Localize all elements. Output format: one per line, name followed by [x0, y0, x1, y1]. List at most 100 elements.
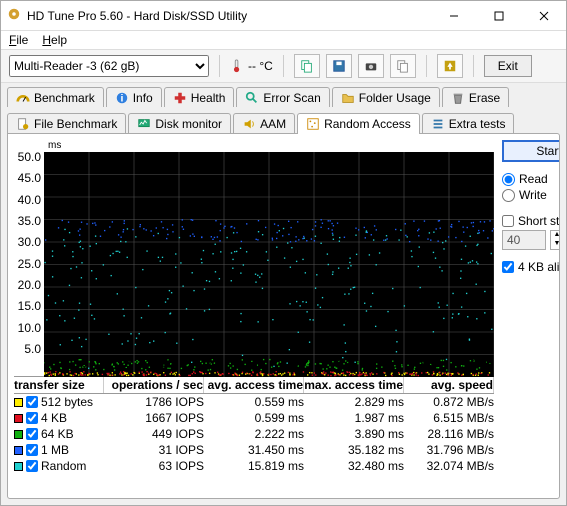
mode-radiogroup: Read Write — [502, 170, 560, 204]
gauge-icon — [16, 91, 30, 105]
close-button[interactable] — [521, 1, 566, 31]
tab-health[interactable]: Health — [164, 87, 235, 108]
transfer-size: 512 bytes — [41, 395, 93, 409]
short-stroke-spinner: ▲▼ gB — [502, 230, 560, 250]
tab-errorscan[interactable]: Error Scan — [236, 87, 329, 108]
temp-value: -- °C — [248, 59, 273, 73]
menu-file[interactable]: File — [9, 33, 28, 47]
tab-folderusage[interactable]: Folder Usage — [332, 87, 440, 108]
table-row: 64 KB 449 IOPS2.222 ms3.890 ms28.116 MB/s — [14, 426, 494, 442]
col-avg-access: avg. access time — [204, 377, 304, 393]
spinner-buttons[interactable]: ▲▼ — [550, 230, 560, 250]
exit-button[interactable]: Exit — [484, 55, 532, 77]
max-access-value: 1.987 ms — [304, 410, 404, 426]
start-button[interactable]: Start — [502, 140, 560, 162]
tab-row-1: Benchmark iInfo Health Error Scan Folder… — [1, 83, 566, 107]
avg-speed-value: 28.116 MB/s — [404, 426, 494, 442]
series-checkbox[interactable] — [26, 444, 38, 456]
avg-access-value: 2.222 ms — [204, 426, 304, 442]
thermometer-icon — [230, 59, 244, 73]
search-icon — [245, 91, 259, 105]
speaker-icon — [242, 117, 256, 131]
stroke-value-input — [502, 230, 546, 250]
ops-value: 449 IOPS — [104, 426, 204, 442]
col-max-access: max. access time — [304, 377, 404, 393]
tab-info[interactable]: iInfo — [106, 87, 162, 108]
max-access-value: 2.829 ms — [304, 394, 404, 410]
avg-speed-value: 6.515 MB/s — [404, 410, 494, 426]
chart-wrap: ms 06121824313743495562gB — [44, 140, 494, 370]
svg-text:i: i — [120, 93, 123, 105]
tab-extratests[interactable]: Extra tests — [422, 113, 515, 134]
titlebar: HD Tune Pro 5.60 - Hard Disk/SSD Utility — [1, 1, 566, 31]
tab-randomaccess[interactable]: Random Access — [297, 113, 420, 134]
radio-write[interactable]: Write — [502, 188, 560, 202]
options-button[interactable] — [437, 54, 463, 78]
results-table: transfer size operations / sec avg. acce… — [14, 376, 494, 474]
table-row: 512 bytes1786 IOPS0.559 ms2.829 ms0.872 … — [14, 394, 494, 410]
table-row: Random63 IOPS15.819 ms32.480 ms32.074 MB… — [14, 458, 494, 474]
tab-benchmark[interactable]: Benchmark — [7, 87, 104, 108]
health-icon — [173, 91, 187, 105]
window-title: HD Tune Pro 5.60 - Hard Disk/SSD Utility — [27, 9, 431, 23]
temperature: -- °C — [230, 59, 273, 73]
table-row: 1 MB31 IOPS31.450 ms35.182 ms31.796 MB/s — [14, 442, 494, 458]
file-icon — [16, 117, 30, 131]
minimize-button[interactable] — [431, 1, 476, 31]
shortstroke-group: Short stroke ▲▼ gB — [502, 212, 560, 250]
series-checkbox[interactable] — [26, 460, 38, 472]
menu-help[interactable]: Help — [42, 33, 67, 47]
random-icon — [306, 117, 320, 131]
avg-speed-value: 31.796 MB/s — [404, 442, 494, 458]
folder-icon — [341, 91, 355, 105]
screenshot-button[interactable] — [358, 54, 384, 78]
tab-filebenchmark[interactable]: File Benchmark — [7, 113, 126, 134]
copy-screenshot-button[interactable] — [390, 54, 416, 78]
avg-access-value: 0.559 ms — [204, 394, 304, 410]
short-stroke-checkbox[interactable]: Short stroke — [502, 214, 560, 228]
color-swatch — [14, 414, 23, 423]
separator — [283, 55, 284, 77]
tab-diskmonitor[interactable]: Disk monitor — [128, 113, 231, 134]
list-icon — [431, 117, 445, 131]
chart-area: 50.045.040.035.030.025.020.015.010.05.0 … — [14, 140, 494, 370]
transfer-size: 1 MB — [41, 443, 69, 457]
col-ops: operations / sec — [104, 377, 204, 393]
save-button[interactable] — [326, 54, 352, 78]
app-window: HD Tune Pro 5.60 - Hard Disk/SSD Utility… — [0, 0, 567, 506]
drive-select[interactable]: Multi-Reader -3 (62 gB) — [9, 55, 209, 77]
max-access-value: 3.890 ms — [304, 426, 404, 442]
tab-erase[interactable]: Erase — [442, 87, 509, 108]
avg-access-value: 0.599 ms — [204, 410, 304, 426]
tab-row-2: File Benchmark Disk monitor AAM Random A… — [1, 107, 566, 133]
tab-aam[interactable]: AAM — [233, 113, 295, 134]
ops-value: 63 IOPS — [104, 458, 204, 474]
avg-speed-value: 32.074 MB/s — [404, 458, 494, 474]
app-icon — [7, 7, 21, 24]
ops-value: 1667 IOPS — [104, 410, 204, 426]
trash-icon — [451, 91, 465, 105]
series-checkbox[interactable] — [26, 412, 38, 424]
transfer-size: Random — [41, 459, 86, 473]
right-panel: Start Read Write Short stroke ▲▼ gB 4 KB… — [494, 140, 560, 492]
align-group: 4 KB align — [502, 258, 560, 276]
y-axis-labels: 50.045.040.035.030.025.020.015.010.05.0 — [14, 140, 44, 370]
copy-info-button[interactable] — [294, 54, 320, 78]
transfer-size: 64 KB — [41, 427, 74, 441]
series-checkbox[interactable] — [26, 428, 38, 440]
max-access-value: 32.480 ms — [304, 458, 404, 474]
scatter-chart — [44, 152, 494, 377]
col-avg-speed: avg. speed — [404, 377, 494, 393]
avg-access-value: 31.450 ms — [204, 442, 304, 458]
table-header: transfer size operations / sec avg. acce… — [14, 376, 494, 394]
align-checkbox[interactable]: 4 KB align — [502, 260, 560, 274]
color-swatch — [14, 398, 23, 407]
maximize-button[interactable] — [476, 1, 521, 31]
series-checkbox[interactable] — [26, 396, 38, 408]
x-axis-labels: 06121824313743495562gB — [44, 356, 494, 370]
radio-read[interactable]: Read — [502, 172, 560, 186]
tab-content: 50.045.040.035.030.025.020.015.010.05.0 … — [7, 133, 560, 499]
toolbar: Multi-Reader -3 (62 gB) -- °C Exit — [1, 50, 566, 83]
transfer-size: 4 KB — [41, 411, 67, 425]
max-access-value: 35.182 ms — [304, 442, 404, 458]
